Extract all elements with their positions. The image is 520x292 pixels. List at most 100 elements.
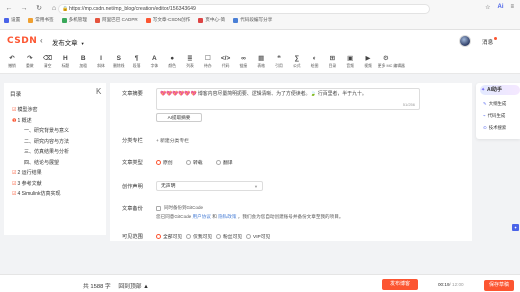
publish-button[interactable]: 发布博客 [382, 279, 418, 290]
refresh-icon[interactable]: ↻ [34, 4, 44, 14]
agreement-text: 您已同意GitCode 用户协议 和 隐私政策 ，我们会为您自动创建账号并备份文… [156, 214, 344, 219]
help-button[interactable] [505, 35, 517, 47]
forward-icon[interactable]: → [19, 4, 29, 14]
toolbar-item-10[interactable]: ≣ 列表 [182, 54, 198, 69]
ai-summary-button[interactable]: AI提取摘要 [156, 113, 202, 122]
radio-label: 仅我可见 [193, 235, 213, 240]
toolbar-icon: ▶ [365, 55, 371, 62]
outline-item[interactable]: ❶1 概述 [12, 117, 32, 124]
bookmark-label: 常用书签 [35, 17, 54, 22]
toolbar-item-12[interactable]: </> 代码 [218, 54, 234, 69]
outline-item[interactable]: ☑3 参考文献 [12, 180, 42, 187]
toolbar-icon: ≣ [187, 55, 193, 62]
toolbar-label: 标题 [61, 64, 70, 68]
outline-marker-icon: ❶ [12, 117, 17, 124]
toolbar-item-19[interactable]: ▣ 音频 [342, 54, 358, 69]
radio-option[interactable]: 仅我可见 [186, 233, 212, 240]
bookmark-icon [61, 17, 67, 23]
bookmark-item[interactable]: 常用书签 [28, 17, 54, 23]
radio-option[interactable]: VIP可见 [246, 233, 270, 240]
toolbar-icon: H [63, 55, 68, 62]
toolbar-item-21[interactable]: ⚙ 更多 MC 编辑器 [378, 54, 405, 69]
chevron-left-icon[interactable]: ‹ [40, 36, 43, 45]
bookmark-label: 阿里巴巴 CADPR [101, 17, 138, 22]
side-tool-icon[interactable]: ✦ [512, 224, 519, 231]
radio-option[interactable]: 原创 [156, 159, 173, 166]
browser-nav: ← → ↻ ⌂ [4, 4, 59, 14]
radio-option[interactable]: 转载 [186, 159, 203, 166]
star-icon[interactable]: ☆ [485, 4, 490, 11]
toolbar-item-16[interactable]: ∑ 公式 [289, 54, 305, 69]
lock-icon: 🔒 [62, 6, 69, 12]
toolbar-icon: A [152, 55, 157, 62]
toolbar-item-7[interactable]: ¶ 段落 [129, 54, 145, 69]
radio-option[interactable]: 全部可见 [156, 233, 182, 240]
outline-item[interactable]: 一、研究背景与意义 [24, 127, 69, 134]
outline-item-text: 2 运行结果 [17, 170, 42, 176]
avatar[interactable] [459, 35, 471, 47]
toolbar-item-2[interactable]: ⌫ 清空 [40, 54, 56, 69]
ai-assistant-title[interactable]: ✦ AI助手 [480, 85, 520, 95]
back-icon[interactable]: ← [4, 4, 14, 14]
bookmark-item[interactable]: 阿里巴巴 CADPR [94, 17, 138, 23]
toolbar-label: 音频 [346, 64, 354, 68]
toolbar-item-0[interactable]: ↶ 撤销 [4, 54, 20, 69]
bookmark-item[interactable]: 页中心-简 [198, 17, 225, 23]
outline-item[interactable]: ☑4 Simulink仿真实现 [12, 190, 61, 197]
outline-item[interactable]: ☑模型涉密 [12, 106, 38, 113]
toolbar-icon: ↷ [27, 55, 33, 62]
statement-select[interactable]: 无声明 ▼ [156, 181, 263, 191]
summary-textarea[interactable]: 💖💖💖💖💖💖 博客内容尽量简明扼要、逻辑清晰、为了方便读者。🍃 行百里者，半于九… [156, 88, 420, 110]
radio-icon [246, 234, 251, 239]
bookmark-item[interactable]: 写文章-CSDN创作 [145, 17, 190, 23]
toolbar-label: 视频 [364, 64, 372, 68]
toolbar-item-15[interactable]: ❝ 引用 [271, 54, 287, 69]
outline-item[interactable]: 四、结论与展望 [24, 159, 59, 166]
ai-tool-item[interactable]: ✎ 大纲生成 [483, 101, 506, 107]
toolbar-item-11[interactable]: ☐ 待办 [200, 54, 216, 69]
outline-item[interactable]: 三、仿真结果与分析 [24, 148, 69, 155]
gitcode-backup-checkbox[interactable]: 同时备份到GitCode [156, 205, 203, 211]
address-bar[interactable]: 🔒 https://mp.csdn.net/mp_blog/creation/e… [58, 4, 430, 14]
radio-icon [186, 234, 191, 239]
toolbar-item-18[interactable]: ⊞ 目录 [324, 54, 340, 69]
bookmark-item[interactable]: 多机管理 [61, 17, 87, 23]
browser-bar: ← → ↻ ⌂ 🔒 https://mp.csdn.net/mp_blog/cr… [0, 0, 520, 30]
privacy-policy-link[interactable]: 隐私政策 [218, 214, 236, 219]
toolbar-label: 删除线 [113, 64, 125, 68]
csdn-logo[interactable]: CSDN [7, 36, 37, 46]
back-to-top-link[interactable]: 回到顶部 [118, 284, 141, 290]
outline-item[interactable]: ☑2 运行结果 [12, 169, 42, 176]
ai-icon[interactable]: Ai [497, 4, 503, 11]
radio-option[interactable]: 翻译 [216, 159, 233, 166]
bookmark-label: 设置 [11, 17, 21, 22]
ai-tool-item[interactable]: ⌁ 代码生成 [483, 113, 505, 119]
outline-item-text: 四、结论与展望 [24, 159, 60, 166]
messages-link[interactable]: 消息 [482, 38, 493, 46]
toolbar-item-5[interactable]: I 斜体 [93, 54, 109, 69]
toolbar-item-6[interactable]: S 删除线 [111, 54, 127, 69]
bookmark-item[interactable]: 代码段编写分享 [233, 17, 272, 23]
toolbar-item-9[interactable]: ● 颜色 [164, 54, 180, 69]
toolbar-label: 待办 [204, 64, 212, 68]
toolbar-item-3[interactable]: H 标题 [57, 54, 73, 69]
timer: 00:19/ 12:00 [438, 282, 464, 287]
bookmark-item[interactable]: 设置 [4, 17, 20, 23]
save-draft-button[interactable]: 保存草稿 [484, 280, 514, 291]
toolbar-item-13[interactable]: ∞ 链接 [235, 54, 251, 69]
toolbar-item-20[interactable]: ▶ 视频 [360, 54, 376, 69]
toolbar-item-17[interactable]: ◐ 绘图 [307, 54, 323, 69]
collapse-icon[interactable]: K [96, 87, 101, 96]
user-agreement-link[interactable]: 用户协议 [193, 214, 211, 219]
toolbar-item-8[interactable]: A 字体 [146, 54, 162, 69]
page-title[interactable]: 发布文章 ▼ [52, 38, 85, 47]
outline-marker-icon: ☑ [12, 191, 17, 197]
toolbar-item-14[interactable]: ▦ 表格 [253, 54, 269, 69]
menu-icon[interactable]: ≡ [510, 4, 514, 11]
radio-option[interactable]: 粉丝可见 [216, 233, 242, 240]
add-category-button[interactable]: + 新建分类专栏 [156, 137, 189, 144]
toolbar-item-1[interactable]: ↷ 重做 [22, 54, 38, 69]
outline-item[interactable]: 二、研究内容与方法 [24, 138, 69, 145]
ai-tool-item[interactable]: ⊙ 技术搜索 [483, 125, 506, 131]
toolbar-item-4[interactable]: B 加粗 [75, 54, 91, 69]
